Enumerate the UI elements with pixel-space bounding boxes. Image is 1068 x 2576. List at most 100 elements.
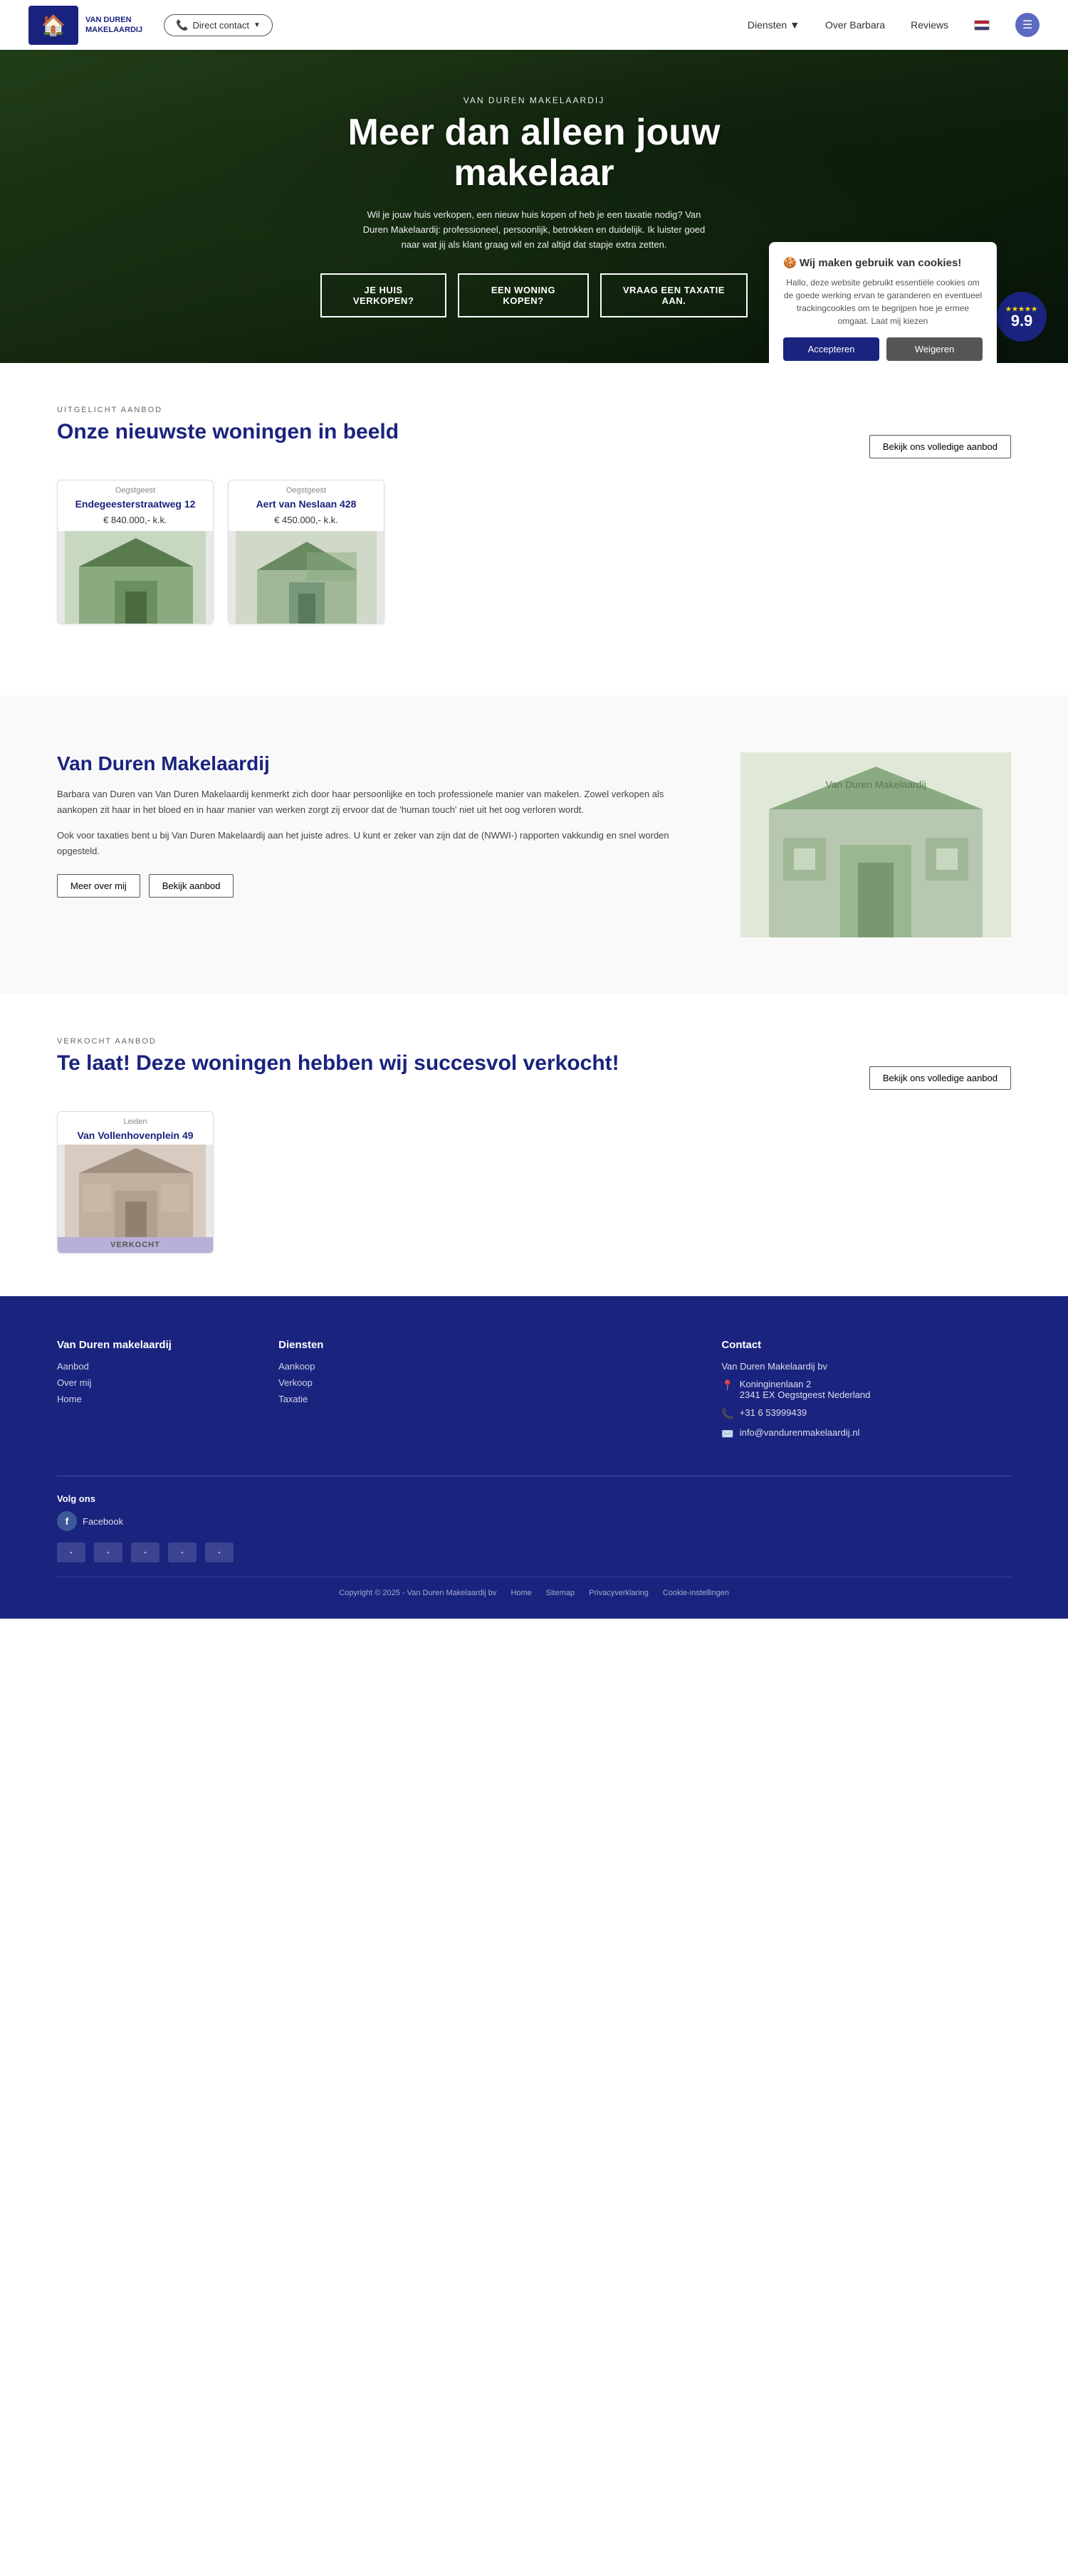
footer-link-privacy[interactable]: Privacyverklaring bbox=[589, 1589, 649, 1597]
cookie-banner: 🍪 Wij maken gebruik van cookies! Hallo, … bbox=[769, 242, 997, 363]
footer-bottom: Volg ons f Facebook ▪ ▪ ▪ ▪ ▪ Copyright … bbox=[57, 1476, 1011, 1597]
card-price: € 840.000,- k.k. bbox=[58, 513, 213, 531]
location-icon: 📍 bbox=[721, 1379, 733, 1392]
footer-link-cookies[interactable]: Cookie-instellingen bbox=[663, 1589, 729, 1597]
cookie-buttons: Accepteren Weigeren bbox=[783, 337, 983, 361]
facebook-icon: f bbox=[57, 1511, 77, 1531]
footer-link-sitemap[interactable]: Sitemap bbox=[546, 1589, 575, 1597]
footer-col-makelaardij: Van Duren makelaardij Aanbod Over mij Ho… bbox=[57, 1339, 250, 1447]
nav-diensten[interactable]: Diensten ▼ bbox=[748, 19, 800, 31]
sold-badge: VERKOCHT bbox=[58, 1237, 213, 1253]
card-image bbox=[58, 531, 213, 624]
copyright-text: Copyright © 2025 - Van Duren Makelaardij… bbox=[339, 1589, 496, 1597]
logo-box: 🏠 bbox=[28, 6, 78, 45]
verkocht-view-all-button[interactable]: Bekijk ons volledige aanbod bbox=[869, 1066, 1011, 1090]
navbar: 🏠 VAN DUREN MAKELAARDIJ 📞 Direct contact… bbox=[0, 0, 1068, 50]
svg-text:Van Duren Makelaardij: Van Duren Makelaardij bbox=[825, 779, 926, 790]
meer-over-mij-button[interactable]: Meer over mij bbox=[57, 874, 140, 898]
partner-logo-2: ▪ bbox=[94, 1542, 122, 1562]
footer-email[interactable]: ✉️ info@vandurenmakelaardij.nl bbox=[721, 1427, 1011, 1440]
phone-icon: 📞 bbox=[176, 19, 188, 31]
about-desc-1: Barbara van Duren van Van Duren Makelaar… bbox=[57, 787, 698, 818]
facebook-link[interactable]: f Facebook bbox=[57, 1511, 1011, 1531]
cookie-text: Hallo, deze website gebruikt essentiële … bbox=[783, 276, 983, 327]
uitgelicht-view-all-button[interactable]: Bekijk ons volledige aanbod bbox=[869, 435, 1011, 458]
bekijk-aanbod-button[interactable]: Bekijk aanbod bbox=[149, 874, 234, 898]
card-location: Oegstgeest bbox=[58, 480, 213, 496]
card-address: Aert van Neslaan 428 bbox=[229, 496, 384, 513]
about-buttons: Meer over mij Bekijk aanbod bbox=[57, 874, 698, 898]
footer-email-text: info@vandurenmakelaardij.nl bbox=[740, 1427, 860, 1438]
phone-icon: 📞 bbox=[721, 1408, 733, 1420]
buy-house-button[interactable]: EEN WONING KOPEN? bbox=[458, 273, 589, 317]
footer-col3-title: Contact bbox=[721, 1339, 1011, 1351]
nav-over-barbara[interactable]: Over Barbara bbox=[825, 19, 885, 31]
request-appraisal-button[interactable]: VRAAG EEN TAXATIE AAN. bbox=[600, 273, 748, 317]
menu-icon: ☰ bbox=[1022, 18, 1032, 32]
nav-reviews[interactable]: Reviews bbox=[911, 19, 948, 31]
uitgelicht-title: Onze nieuwste woningen in beeld bbox=[57, 420, 399, 444]
user-avatar-button[interactable]: ☰ bbox=[1015, 13, 1040, 37]
verkocht-cards: Leiden Van Vollenhovenplein 49 VERKOCHT bbox=[57, 1111, 1011, 1253]
about-desc-2: Ook voor taxaties bent u bij Van Duren M… bbox=[57, 828, 698, 859]
footer-grid: Van Duren makelaardij Aanbod Over mij Ho… bbox=[57, 1339, 1011, 1447]
footer-company: Van Duren Makelaardij bv bbox=[721, 1361, 1011, 1372]
chevron-down-icon: ▼ bbox=[790, 19, 800, 31]
uitgelicht-header: UITGELICHT AANBOD Onze nieuwste woningen… bbox=[57, 406, 1011, 458]
nav-links: Diensten ▼ Over Barbara Reviews ☰ bbox=[748, 13, 1040, 37]
verkocht-title-group: VERKOCHT AANBOD Te laat! Deze woningen h… bbox=[57, 1037, 619, 1090]
verkocht-title: Te laat! Deze woningen hebben wij succes… bbox=[57, 1051, 619, 1076]
cookie-title: 🍪 Wij maken gebruik van cookies! bbox=[783, 256, 983, 269]
hero-title: Meer dan alleen jouw makelaar bbox=[320, 112, 748, 194]
footer-col1-title: Van Duren makelaardij bbox=[57, 1339, 250, 1351]
chevron-down-icon: ▼ bbox=[253, 21, 261, 29]
language-flag-icon[interactable] bbox=[974, 20, 990, 31]
uitgelicht-cards: Oegstgeest Endegeesterstraatweg 12 € 840… bbox=[57, 480, 1011, 624]
facebook-label: Facebook bbox=[83, 1516, 123, 1527]
footer-copyright: Copyright © 2025 - Van Duren Makelaardij… bbox=[57, 1577, 1011, 1597]
footer-logos: ▪ ▪ ▪ ▪ ▪ bbox=[57, 1542, 1011, 1562]
card-address: Van Vollenhovenplein 49 bbox=[58, 1127, 213, 1145]
footer-phone[interactable]: 📞 +31 6 53999439 bbox=[721, 1407, 1011, 1420]
hero-description: Wil je jouw huis verkopen, een nieuw hui… bbox=[356, 208, 712, 252]
cookie-accept-button[interactable]: Accepteren bbox=[783, 337, 879, 361]
footer-link-aankoop[interactable]: Aankoop bbox=[278, 1361, 471, 1372]
footer-link-home-bottom[interactable]: Home bbox=[511, 1589, 531, 1597]
volg-ons-label: Volg ons bbox=[57, 1493, 1011, 1504]
footer-address-text: Koninginenlaan 22341 EX Oegstgeest Neder… bbox=[740, 1379, 871, 1400]
footer-col2-title: Diensten bbox=[278, 1339, 471, 1351]
partner-logo-5: ▪ bbox=[205, 1542, 234, 1562]
footer-col-diensten: Diensten Aankoop Verkoop Taxatie bbox=[278, 1339, 471, 1447]
footer-address: 📍 Koninginenlaan 22341 EX Oegstgeest Ned… bbox=[721, 1379, 1011, 1400]
direct-contact-button[interactable]: 📞 Direct contact ▼ bbox=[164, 14, 273, 36]
card-image bbox=[229, 531, 384, 624]
footer-link-aanbod[interactable]: Aanbod bbox=[57, 1361, 250, 1372]
card-address: Endegeesterstraatweg 12 bbox=[58, 496, 213, 513]
footer-col-contact: Contact Van Duren Makelaardij bv 📍 Konin… bbox=[721, 1339, 1011, 1447]
cookie-reject-button[interactable]: Weigeren bbox=[886, 337, 983, 361]
footer-phone-text: +31 6 53999439 bbox=[740, 1407, 807, 1418]
footer-link-home[interactable]: Home bbox=[57, 1394, 250, 1404]
footer-link-over-mij[interactable]: Over mij bbox=[57, 1377, 250, 1388]
verkocht-header: VERKOCHT AANBOD Te laat! Deze woningen h… bbox=[57, 1037, 1011, 1090]
property-card[interactable]: Leiden Van Vollenhovenplein 49 VERKOCHT bbox=[57, 1111, 214, 1253]
rating-badge: ★★★★★ 9.9 bbox=[997, 292, 1047, 342]
uitgelicht-title-group: UITGELICHT AANBOD Onze nieuwste woningen… bbox=[57, 406, 399, 458]
footer-link-taxatie[interactable]: Taxatie bbox=[278, 1394, 471, 1404]
hero-content: VAN DUREN MAKELAARDIJ Meer dan alleen jo… bbox=[320, 95, 748, 318]
about-text: Van Duren Makelaardij Barbara van Duren … bbox=[57, 752, 698, 897]
logo[interactable]: 🏠 VAN DUREN MAKELAARDIJ bbox=[28, 6, 142, 45]
property-card[interactable]: Oegstgeest Endegeesterstraatweg 12 € 840… bbox=[57, 480, 214, 624]
footer: Van Duren makelaardij Aanbod Over mij Ho… bbox=[0, 1296, 1068, 1619]
property-card[interactable]: Oegstgeest Aert van Neslaan 428 € 450.00… bbox=[228, 480, 384, 624]
partner-logo-1: ▪ bbox=[57, 1542, 85, 1562]
about-section: Van Duren Makelaardij Barbara van Duren … bbox=[0, 695, 1068, 994]
partner-logo-4: ▪ bbox=[168, 1542, 197, 1562]
rating-score: 9.9 bbox=[1011, 313, 1033, 329]
sell-house-button[interactable]: JE HUIS VERKOPEN? bbox=[320, 273, 446, 317]
footer-link-verkoop[interactable]: Verkoop bbox=[278, 1377, 471, 1388]
hero-buttons: JE HUIS VERKOPEN? EEN WONING KOPEN? VRAA… bbox=[320, 273, 748, 317]
uitgelicht-label: UITGELICHT AANBOD bbox=[57, 406, 399, 414]
card-image bbox=[58, 1145, 213, 1237]
hero-subtitle: VAN DUREN MAKELAARDIJ bbox=[320, 95, 748, 105]
